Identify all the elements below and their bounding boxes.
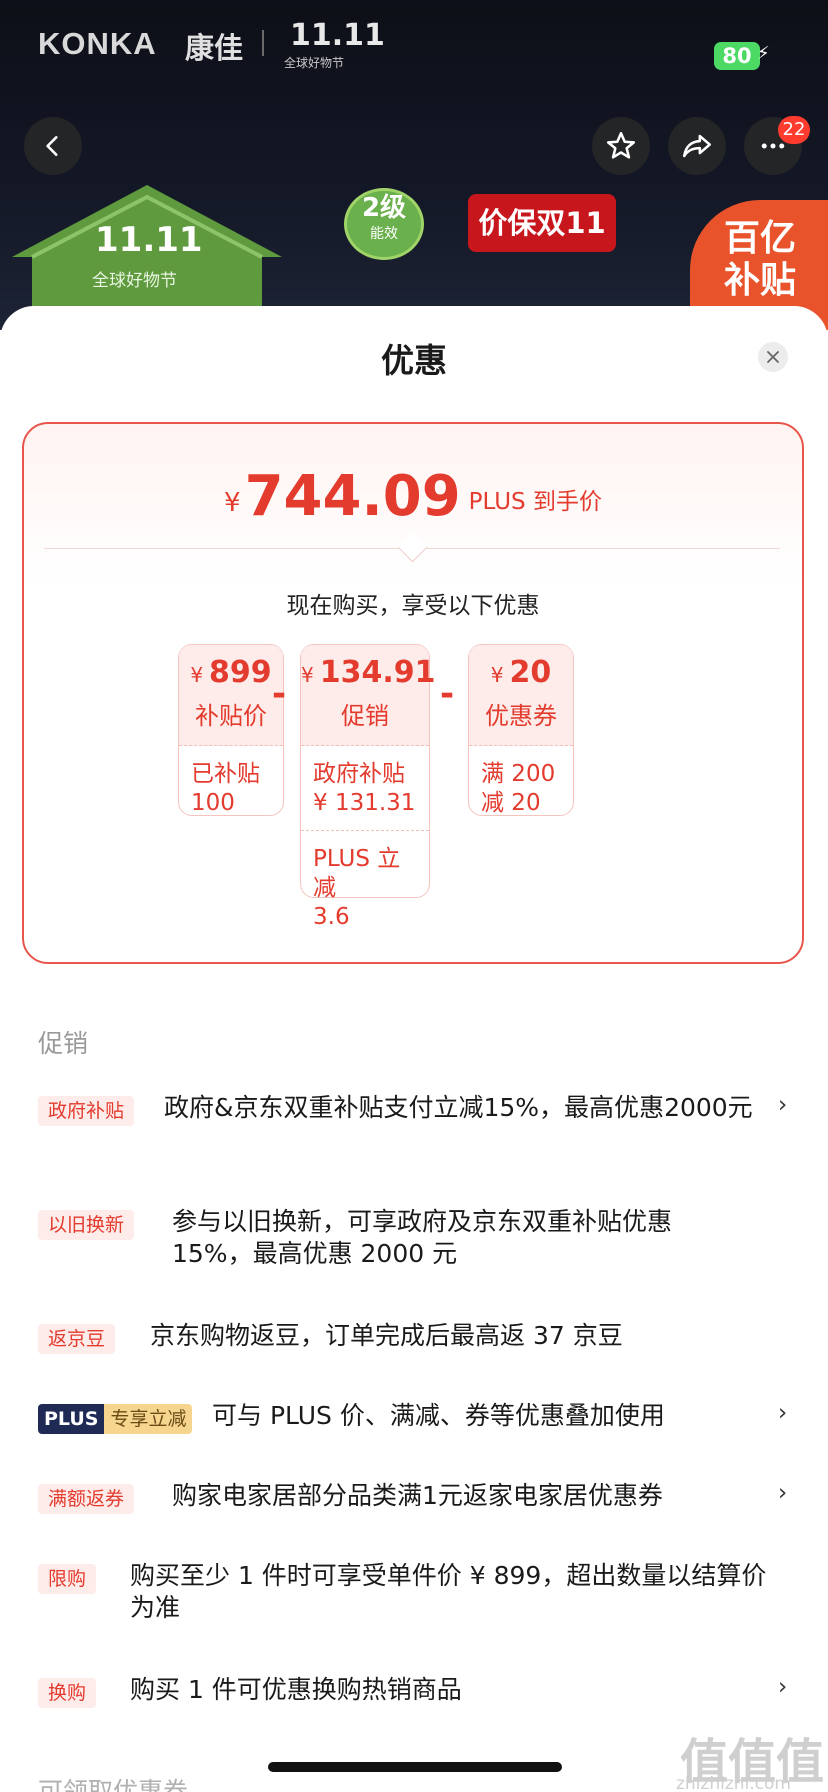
final-price-label: PLUS 到手价 bbox=[468, 489, 602, 515]
breakdown-detail: 满 200 减 20 bbox=[481, 761, 556, 816]
watermark-url: zhizhizhi.com bbox=[676, 1774, 791, 1792]
offers-sheet: 优惠 ¥744.09 PLUS 到手价 现在购买，享受以下优惠 ¥899 补贴价 … bbox=[0, 306, 828, 1792]
status-bar: KONKA 康佳 11.11 全球好物节 80 ⚡ bbox=[0, 0, 828, 100]
currency-symbol: ¥ bbox=[190, 663, 204, 687]
breakdown-amount: 20 bbox=[509, 655, 552, 690]
favorite-button[interactable] bbox=[592, 117, 650, 175]
minus-sign: - bbox=[272, 674, 287, 714]
divider-notch bbox=[397, 532, 428, 563]
promo-text: 可与 PLUS 价、满减、券等优惠叠加使用 bbox=[212, 1401, 665, 1430]
breakdown-heading: 现在购买，享受以下优惠 bbox=[286, 593, 540, 619]
energy-rating-badge: 2级 能效 bbox=[344, 188, 424, 260]
promo-tag: 以旧换新 bbox=[38, 1210, 135, 1240]
energy-label: 能效 bbox=[370, 226, 398, 242]
brand-logo: KONKA bbox=[38, 26, 157, 61]
section-label-coupons: 可领取优惠券 bbox=[38, 1777, 189, 1792]
final-price-amount: 744.09 bbox=[244, 464, 461, 529]
subsidy-line-2: 补贴 bbox=[724, 260, 797, 301]
breakdown-detail: 已补贴 100 bbox=[191, 761, 260, 816]
energy-level: 2级 bbox=[361, 193, 407, 223]
promo-text: 京东购物返豆，订单完成后最高返 37 京豆 bbox=[150, 1321, 623, 1350]
promo-text: 参与以旧换新，可享政府及京东双重补贴优惠15%，最高优惠 2000 元 bbox=[172, 1207, 673, 1268]
currency-symbol: ¥ bbox=[301, 663, 314, 687]
promo-tag: 限购 bbox=[38, 1564, 97, 1594]
breakdown-card-promotion: ¥134.91 促销 政府补贴 ¥ 131.31 PLUS 立减 3.6 bbox=[300, 644, 436, 930]
banner-title: 11.11 bbox=[95, 220, 203, 260]
breakdown-label: 优惠券 bbox=[485, 702, 557, 730]
close-button[interactable] bbox=[758, 342, 788, 372]
product-header: KONKA 康佳 11.11 全球好物节 80 ⚡ 22 11.11 全球好物节… bbox=[0, 0, 828, 330]
breakdown-card-header: ¥134.91 促销 bbox=[301, 645, 436, 746]
breakdown-card-coupon: ¥20 优惠券 满 200 减 20 bbox=[468, 644, 574, 816]
banner-subtitle: 全球好物节 bbox=[92, 271, 177, 291]
final-price-currency: ¥ bbox=[224, 488, 241, 518]
breakdown-label: 促销 bbox=[341, 702, 389, 730]
notification-badge: 22 bbox=[778, 116, 810, 144]
plus-tag-label: PLUS bbox=[38, 1404, 105, 1434]
promo-text: 政府&京东双重补贴支付立减15%，最高优惠2000元 bbox=[164, 1093, 753, 1122]
chevron-right-icon: › bbox=[778, 1400, 788, 1426]
breakdown-card-subsidy-price: ¥899 补贴价 已补贴 100 bbox=[178, 644, 284, 816]
back-button[interactable] bbox=[24, 117, 82, 175]
currency-symbol: ¥ bbox=[490, 663, 504, 687]
promo-tag: 政府补贴 bbox=[38, 1096, 135, 1126]
chevron-right-icon: › bbox=[778, 1092, 788, 1118]
price-protection-badge: 价保双11 bbox=[468, 194, 616, 252]
breakdown-label: 补贴价 bbox=[195, 702, 267, 730]
breakdown-card-header: ¥899 补贴价 bbox=[179, 645, 283, 746]
breakdown-detail: 政府补贴 ¥ 131.31 bbox=[313, 761, 416, 816]
event-logo-sub: 全球好物节 bbox=[284, 56, 345, 70]
brand-divider bbox=[262, 30, 264, 56]
chevron-right-icon: › bbox=[778, 1674, 788, 1700]
home-indicator[interactable] bbox=[268, 1762, 562, 1772]
plus-tag: PLUS 专享立减 bbox=[38, 1404, 193, 1434]
breakdown-amount: 134.91 bbox=[319, 655, 436, 690]
promo-text: 购家电家居部分品类满1元返家电家居优惠券 bbox=[172, 1481, 663, 1510]
final-price: ¥744.09 PLUS 到手价 bbox=[24, 464, 802, 529]
battery-indicator: 80 bbox=[714, 42, 760, 70]
breakdown-detail: PLUS 立减 3.6 bbox=[301, 830, 429, 932]
sheet-title: 优惠 bbox=[381, 341, 447, 380]
promo-text: 购买 1 件可优惠换购热销商品 bbox=[130, 1675, 462, 1704]
event-logo: 11.11 bbox=[290, 18, 385, 53]
minus-sign: - bbox=[440, 674, 455, 714]
price-summary-card: ¥744.09 PLUS 到手价 现在购买，享受以下优惠 ¥899 补贴价 已补贴… bbox=[22, 422, 804, 964]
close-icon bbox=[767, 351, 779, 363]
promo-tag: 满额返券 bbox=[38, 1484, 135, 1514]
star-icon bbox=[606, 131, 636, 159]
share-button[interactable] bbox=[668, 117, 726, 175]
promo-tag: 返京豆 bbox=[38, 1324, 116, 1354]
breakdown-amount: 899 bbox=[209, 655, 272, 690]
promo-text: 购买至少 1 件时可享受单件价 ¥ 899，超出数量以结算价为准 bbox=[130, 1561, 767, 1622]
promo-tag: 换购 bbox=[38, 1678, 97, 1708]
breakdown-card-header: ¥20 优惠券 bbox=[469, 645, 573, 746]
charging-icon: ⚡ bbox=[757, 43, 770, 64]
chevron-left-icon bbox=[46, 136, 58, 156]
plus-tag-sub: 专享立减 bbox=[104, 1404, 193, 1434]
brand-logo-cn: 康佳 bbox=[185, 31, 244, 65]
section-label-promotions: 促销 bbox=[38, 1029, 89, 1058]
subsidy-line-1: 百亿 bbox=[724, 218, 797, 259]
share-icon bbox=[682, 134, 712, 158]
chevron-right-icon: › bbox=[778, 1480, 788, 1506]
